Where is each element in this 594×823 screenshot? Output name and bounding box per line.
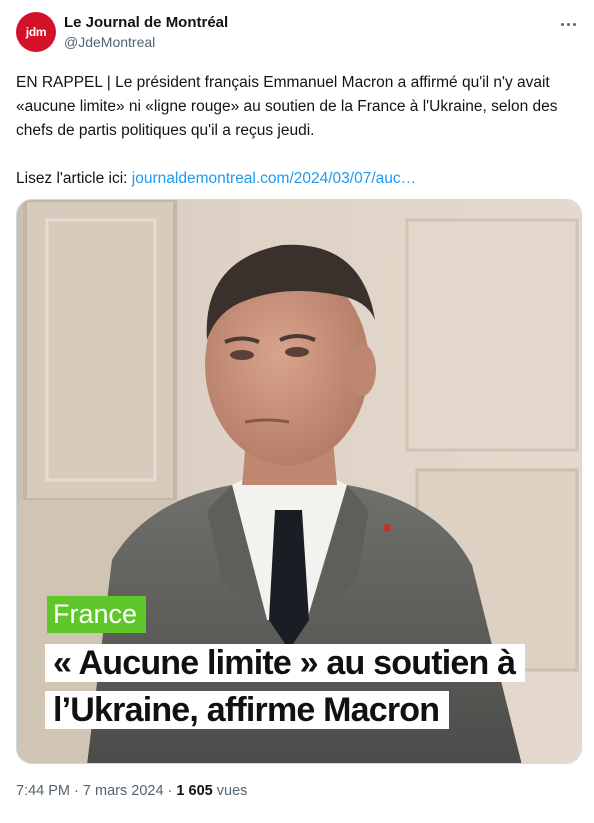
category-tag: France [47, 596, 147, 633]
image-headline: « Aucune limite » au soutien à l’Ukraine… [45, 640, 555, 734]
more-horizontal-icon[interactable] [556, 14, 580, 34]
link-prefix: Lisez l'article ici: [16, 170, 132, 187]
views-count: 1 605 [176, 783, 213, 799]
author-names: Le Journal de Montréal @JdeMontreal [64, 13, 228, 52]
tweet-date[interactable]: 7 mars 2024 [83, 783, 164, 799]
user-handle[interactable]: @JdeMontreal [64, 33, 228, 52]
tweet-time[interactable]: 7:44 PM [16, 783, 70, 799]
meta-separator: · [74, 783, 79, 799]
tweet-header: jdm Le Journal de Montréal @JdeMontreal [16, 12, 582, 56]
meta-separator-2: · [167, 783, 173, 799]
tweet-meta: 7:44 PM · 7 mars 2024 · 1 605 vues [16, 781, 247, 801]
views-label: vues [216, 783, 248, 799]
tweet-link-line: Lisez l'article ici: journaldemontreal.c… [16, 167, 581, 191]
article-link[interactable]: journaldemontreal.com/2024/03/07/auc… [132, 170, 416, 187]
tweet-body: EN RAPPEL | Le président français Emmanu… [16, 74, 558, 139]
display-name[interactable]: Le Journal de Montréal [64, 13, 228, 32]
avatar[interactable]: jdm [16, 12, 56, 52]
avatar-logo-text: jdm [25, 25, 47, 39]
tweet-media-image[interactable]: France « Aucune limite » au soutien à l’… [16, 199, 582, 764]
tweet-text: EN RAPPEL | Le président français Emmanu… [16, 71, 581, 191]
